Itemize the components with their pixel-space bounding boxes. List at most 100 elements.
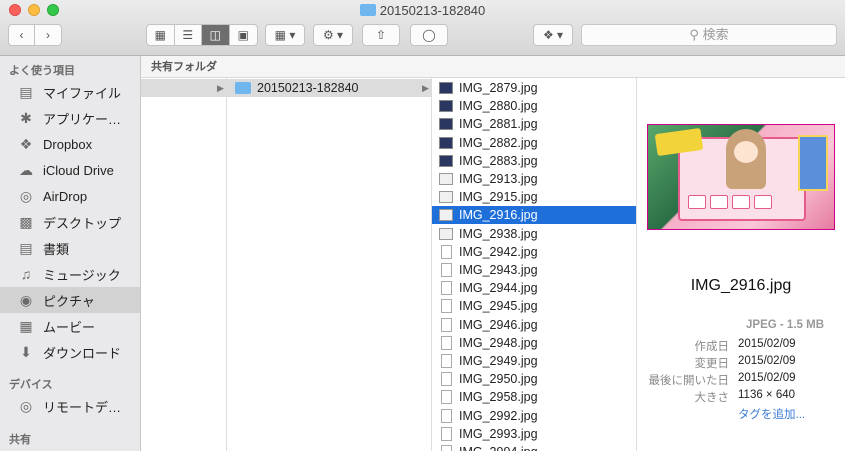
meta-value: 2015/02/09 xyxy=(738,338,796,350)
folder-row[interactable]: 20150213-182840 ▶ xyxy=(227,79,432,97)
file-row[interactable]: IMG_2881.jpg xyxy=(432,115,636,133)
image-thumbnail-icon xyxy=(439,191,453,204)
preview-art-boxes xyxy=(688,195,772,209)
file-row[interactable]: IMG_2913.jpg xyxy=(432,170,636,188)
meta-value: 1136 × 640 xyxy=(738,389,796,401)
file-row[interactable]: IMG_2880.jpg xyxy=(432,97,636,115)
image-thumbnail-icon xyxy=(439,100,453,113)
sidebar-item-desktop[interactable]: ▩ デスクトップ xyxy=(0,209,140,235)
file-row[interactable]: IMG_2916.jpg xyxy=(432,206,636,225)
disclosure-arrow-icon: ▶ xyxy=(217,82,224,93)
sidebar-item-pictures[interactable]: ◉ ピクチャ xyxy=(0,287,140,313)
coverflow-view-button[interactable]: ▣ xyxy=(230,25,257,45)
coverflow-icon: ▣ xyxy=(237,28,249,42)
file-row[interactable]: IMG_2950.jpg xyxy=(432,370,636,388)
column-1[interactable]: ▶ xyxy=(141,78,227,451)
window-title: 20150213-182840 xyxy=(0,3,845,18)
file-name: IMG_2944.jpg xyxy=(459,281,538,296)
file-row[interactable]: IMG_2942.jpg xyxy=(432,243,636,261)
toolbar: 20150213-182840 ‹ › ▦ ☰ ◫ ▣ ▦ ▾ ⚙ ▾ ⇧ ◯ … xyxy=(0,0,845,56)
sidebar-item-label: AirDrop xyxy=(43,188,88,204)
share-icon: ⇧ xyxy=(375,28,387,42)
folder-name: 20150213-182840 xyxy=(257,81,359,95)
sidebar-item-label: iCloud Drive xyxy=(43,162,114,178)
file-row[interactable]: IMG_2915.jpg xyxy=(432,188,636,206)
view-mode-switcher: ▦ ☰ ◫ ▣ xyxy=(146,24,258,46)
forward-button[interactable]: › xyxy=(35,25,61,45)
sidebar-item-icloud-drive[interactable]: ☁ iCloud Drive xyxy=(0,157,140,183)
file-name: IMG_2882.jpg xyxy=(459,135,538,150)
sidebar-item-movies[interactable]: ▦ ムービー xyxy=(0,313,140,339)
image-thumbnail-icon xyxy=(439,173,453,185)
file-name: IMG_2942.jpg xyxy=(459,244,538,259)
add-tag-link[interactable]: タグを追加... xyxy=(738,406,805,422)
file-row[interactable]: IMG_2943.jpg xyxy=(432,261,636,279)
sidebar-item-downloads[interactable]: ⬇ ダウンロード xyxy=(0,339,140,365)
sidebar-item-dropbox[interactable]: ❖ Dropbox xyxy=(0,131,140,157)
document-thumbnail-icon xyxy=(441,445,452,451)
sidebar-item-documents[interactable]: ▤ 書類 xyxy=(0,235,140,261)
file-row[interactable]: IMG_2946.jpg xyxy=(432,316,636,334)
meta-key: 変更日 xyxy=(694,358,730,370)
search-field[interactable]: ⚲ 検索 xyxy=(581,24,837,46)
sidebar-item-airdrop[interactable]: ◎ AirDrop xyxy=(0,183,140,209)
file-row[interactable]: IMG_2879.jpg xyxy=(432,79,636,97)
file-row[interactable]: IMG_2882.jpg xyxy=(432,134,636,152)
cloud-icon: ☁ xyxy=(19,161,33,178)
list-view-button[interactable]: ☰ xyxy=(175,25,202,45)
sidebar-item-remote-disc[interactable]: ◎ リモートデ… xyxy=(0,393,140,419)
arrange-grid-icon: ▦ ▾ xyxy=(274,28,296,42)
desktop-icon: ▩ xyxy=(19,213,33,230)
sidebar-item-label: ムービー xyxy=(43,319,96,335)
tag-button[interactable]: ◯ xyxy=(410,24,448,46)
column-1-selected-row[interactable]: ▶ xyxy=(141,79,226,97)
sidebar-item-label: ミュージック xyxy=(43,267,121,283)
arrange-button[interactable]: ▦ ▾ xyxy=(265,24,305,46)
file-row[interactable]: IMG_2883.jpg xyxy=(432,152,636,170)
document-thumbnail-icon xyxy=(441,354,452,368)
folder-icon xyxy=(235,82,251,94)
preview-art-character-face xyxy=(734,141,758,163)
sidebar-item-label: ピクチャ xyxy=(43,293,95,309)
file-row[interactable]: IMG_2948.jpg xyxy=(432,334,636,352)
search-icon: ⚲ xyxy=(689,27,699,42)
file-list-column[interactable]: IMG_2879.jpg IMG_2880.jpg IMG_2881.jpg IMG_… xyxy=(432,78,637,451)
file-row[interactable]: IMG_2949.jpg xyxy=(432,352,636,370)
document-thumbnail-icon xyxy=(441,263,452,277)
file-name: IMG_2879.jpg xyxy=(459,81,538,95)
share-button[interactable]: ⇧ xyxy=(362,24,400,46)
preview-file-kind: JPEG - 1.5 MB xyxy=(746,319,824,331)
file-name: IMG_2943.jpg xyxy=(459,263,538,277)
document-thumbnail-icon xyxy=(441,244,452,259)
column-view-button[interactable]: ◫ xyxy=(202,25,230,45)
meta-created: 作成日 2015/02/09 xyxy=(637,338,845,355)
sidebar-item-all-files[interactable]: ▤ マイファイル xyxy=(0,79,140,105)
dropbox-menu-button[interactable]: ❖ ▾ xyxy=(533,24,573,46)
file-row[interactable]: IMG_2945.jpg xyxy=(432,297,636,315)
document-thumbnail-icon xyxy=(441,299,452,314)
file-name: IMG_2950.jpg xyxy=(459,372,538,387)
column-2[interactable]: 20150213-182840 ▶ xyxy=(227,78,432,451)
image-thumbnail-icon xyxy=(439,154,453,167)
icon-view-button[interactable]: ▦ xyxy=(147,25,175,45)
meta-value: 2015/02/09 xyxy=(738,355,796,367)
back-button[interactable]: ‹ xyxy=(9,25,35,45)
file-name: IMG_2938.jpg xyxy=(459,226,538,241)
image-thumbnail-icon xyxy=(439,227,453,240)
file-name: IMG_2945.jpg xyxy=(459,299,538,314)
file-row[interactable]: IMG_2944.jpg xyxy=(432,279,636,297)
action-button[interactable]: ⚙ ▾ xyxy=(313,24,353,46)
file-name: IMG_2958.jpg xyxy=(459,390,538,405)
meta-tags: タグを追加... xyxy=(637,406,845,423)
file-row[interactable]: IMG_2992.jpg xyxy=(432,407,636,425)
file-row[interactable]: IMG_2994.jpg xyxy=(432,443,636,451)
file-row[interactable]: IMG_2993.jpg xyxy=(432,425,636,443)
sidebar-item-applications[interactable]: ✱ アプリケー… xyxy=(0,105,140,131)
file-name: IMG_2993.jpg xyxy=(459,426,538,441)
file-row[interactable]: IMG_2958.jpg xyxy=(432,388,636,406)
sidebar-item-music[interactable]: ♫ ミュージック xyxy=(0,261,140,287)
dropbox-icon: ❖ xyxy=(19,135,33,152)
chevron-right-icon: › xyxy=(46,28,50,42)
download-icon: ⬇ xyxy=(20,343,32,360)
file-row[interactable]: IMG_2938.jpg xyxy=(432,225,636,243)
